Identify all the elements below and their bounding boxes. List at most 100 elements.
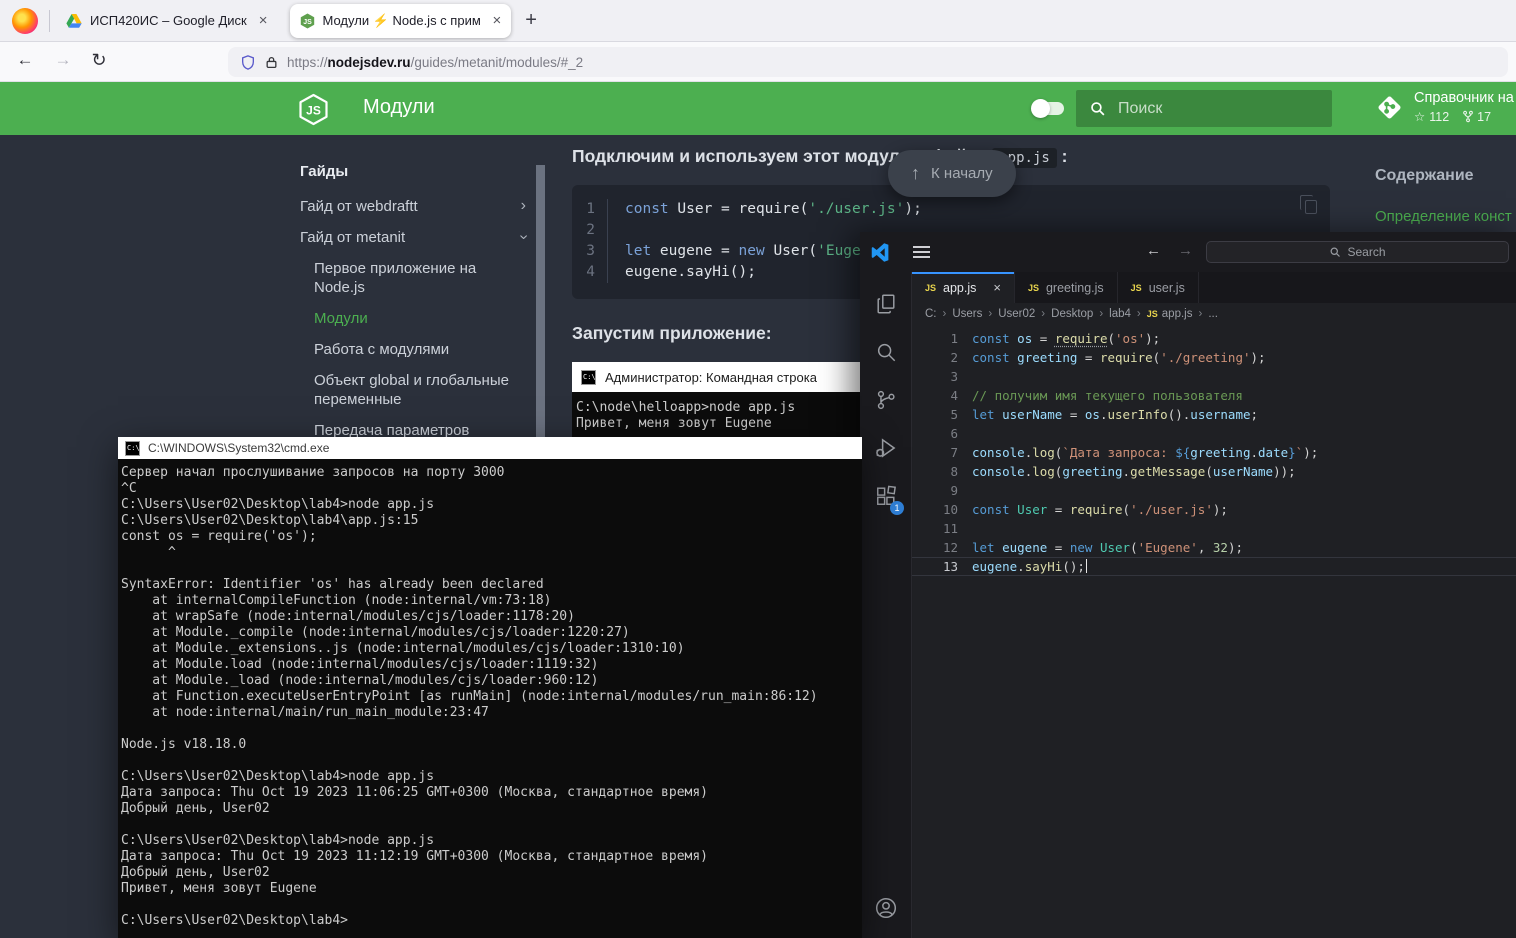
line-number: 11 [912, 519, 958, 538]
code-line: 6 [912, 424, 1516, 443]
repo-link[interactable]: Справочник на ☆112 17 [1376, 90, 1514, 124]
forward-icon[interactable]: → [50, 50, 76, 70]
terminal-line: at Module._load (node:internal/modules/c… [121, 673, 860, 689]
toc-link[interactable]: Определение конст [1375, 206, 1516, 229]
tab-close-icon[interactable]: × [493, 12, 502, 29]
theme-toggle[interactable] [1034, 102, 1064, 115]
line-number: 4 [572, 262, 608, 283]
line-number: 7 [912, 443, 958, 462]
svg-text:JS: JS [306, 104, 321, 118]
sidebar-item[interactable]: Модули [300, 309, 526, 328]
extensions-badge: 1 [890, 501, 904, 515]
cmd-body[interactable]: Сервер начал прослушивание запросов на п… [118, 459, 862, 938]
terminal-line: at internalCompileFunction (node:interna… [121, 593, 860, 609]
back-to-top-button[interactable]: ↑ К началу [888, 150, 1016, 197]
editor-back-icon[interactable]: ← [1146, 242, 1161, 259]
browser-window: ИСП420ИС – Google Диск × JS Модули ⚡ Nod… [0, 0, 1516, 938]
chevron-right-icon: › [1198, 308, 1202, 320]
search-sidebar-icon[interactable] [860, 328, 911, 376]
sidebar-section-title: Гайды [300, 163, 526, 180]
copy-icon[interactable] [1305, 200, 1317, 214]
vscode-logo-icon [870, 242, 891, 263]
terminal-line: C:\Users\User02\Desktop\lab4\app.js:15 [121, 513, 860, 529]
cmd-icon: C:\ [125, 441, 140, 456]
editor-tab-bar: JS app.js × JS greeting.js JS user.js [912, 272, 1516, 303]
fork-stat: 17 [1463, 110, 1491, 124]
terminal-line: Node.js v18.18.0 [121, 737, 860, 753]
line-number: 1 [912, 329, 958, 348]
back-to-top-label: К началу [931, 165, 993, 182]
tab-separator [49, 10, 50, 32]
line-number: 10 [912, 500, 958, 519]
chevron-right-icon: › [1041, 308, 1045, 320]
terminal-line: at Module._compile (node:internal/module… [121, 625, 860, 641]
terminal-line: at wrapSafe (node:internal/modules/cjs/l… [121, 609, 860, 625]
breadcrumb-item[interactable]: Users [952, 308, 982, 320]
reload-icon[interactable]: ↻ [86, 50, 112, 71]
article-subheading: Запустим приложение: [572, 323, 772, 344]
run-debug-icon[interactable] [860, 424, 911, 472]
editor-tab-appjs[interactable]: JS app.js × [912, 272, 1015, 303]
search-icon [1089, 100, 1106, 117]
shield-icon[interactable] [240, 54, 256, 71]
site-search[interactable]: Поиск [1076, 90, 1332, 127]
url-bar[interactable]: https://nodejsdev.ru/guides/metanit/modu… [228, 47, 1508, 77]
code-line: 10const User = require('./user.js'); [912, 500, 1516, 519]
terminal-line: Привет, меня зовут Eugene [121, 881, 860, 897]
search-placeholder: Поиск [1118, 100, 1162, 118]
code-editor[interactable]: 1const os = require('os');2const greetin… [912, 325, 1516, 938]
menu-icon[interactable] [913, 243, 930, 261]
account-icon[interactable] [860, 884, 911, 932]
terminal-line [121, 817, 860, 833]
code-line: 2const greeting = require('./greeting'); [912, 348, 1516, 367]
vscode-search-box[interactable]: Search [1206, 241, 1509, 263]
terminal-line: Сервер начал прослушивание запросов на п… [121, 465, 860, 481]
line-number: 1 [572, 199, 608, 220]
firefox-icon[interactable] [12, 8, 38, 34]
code-line: 11 [912, 519, 1516, 538]
browser-tab-drive[interactable]: ИСП420ИС – Google Диск × [56, 4, 278, 38]
browser-tab-modules[interactable]: JS Модули ⚡ Node.js с примера × [290, 4, 512, 38]
terminal-line: at Function.executeUserEntryPoint [as ru… [121, 689, 860, 705]
sidebar-item[interactable]: Объект global и глобальные переменные [300, 371, 526, 409]
sidebar-item[interactable]: Первое приложение на Node.js [300, 259, 526, 297]
terminal-line: C:\Users\User02\Desktop\lab4>node app.js [121, 497, 860, 513]
extensions-icon[interactable]: 1 [860, 472, 911, 520]
tab-close-icon[interactable]: × [993, 280, 1001, 295]
editor-forward-icon[interactable]: → [1178, 242, 1193, 259]
vscode-titlebar[interactable]: ← → Search [860, 232, 1516, 272]
nodejs-logo-icon[interactable]: JS [298, 93, 329, 126]
fork-icon [1463, 110, 1473, 123]
editor-tab-userjs[interactable]: JS user.js [1118, 272, 1199, 303]
terminal-line: Дата запроса: Thu Oct 19 2023 11:06:25 G… [121, 785, 860, 801]
code-line: 1const User = require('./user.js'); [572, 199, 1330, 220]
explorer-icon[interactable] [860, 280, 911, 328]
cmd-titlebar[interactable]: C:\ C:\WINDOWS\System32\cmd.exe [118, 437, 862, 459]
breadcrumb-item[interactable]: User02 [998, 308, 1035, 320]
terminal-line [121, 753, 860, 769]
tab-title: ИСП420ИС – Google Диск [90, 13, 247, 28]
sidebar-item[interactable]: Работа с модулями [300, 340, 526, 359]
search-icon [1329, 246, 1341, 258]
cmd-window: C:\ C:\WINDOWS\System32\cmd.exe Сервер н… [118, 437, 862, 938]
url-text: https://nodejsdev.ru/guides/metanit/modu… [287, 55, 583, 70]
editor-tab-greetingjs[interactable]: JS greeting.js [1015, 272, 1118, 303]
back-icon[interactable]: ← [12, 50, 38, 70]
sidebar-item[interactable]: Гайд от metanit› [300, 228, 526, 247]
breadcrumb-item[interactable]: Desktop [1051, 308, 1093, 320]
breadcrumb[interactable]: C:›Users›User02›Desktop›lab4›JSapp.js›..… [912, 303, 1516, 325]
google-drive-icon [66, 13, 82, 29]
chevron-right-icon: › [1137, 308, 1141, 320]
source-control-icon[interactable] [860, 376, 911, 424]
tab-close-icon[interactable]: × [259, 12, 268, 29]
sidebar-scrollbar[interactable] [536, 165, 545, 437]
breadcrumb-item[interactable]: app.js [1162, 308, 1193, 320]
breadcrumb-item[interactable]: ... [1208, 308, 1218, 320]
sidebar-item[interactable]: Гайд от webdraftt› [300, 197, 526, 216]
new-tab-button[interactable]: + [525, 9, 537, 32]
terminal-line: Добрый день, User02 [121, 865, 860, 881]
lock-icon [265, 55, 278, 70]
text-cursor [1086, 559, 1088, 573]
breadcrumb-item[interactable]: lab4 [1109, 308, 1131, 320]
breadcrumb-item[interactable]: C: [925, 308, 937, 320]
